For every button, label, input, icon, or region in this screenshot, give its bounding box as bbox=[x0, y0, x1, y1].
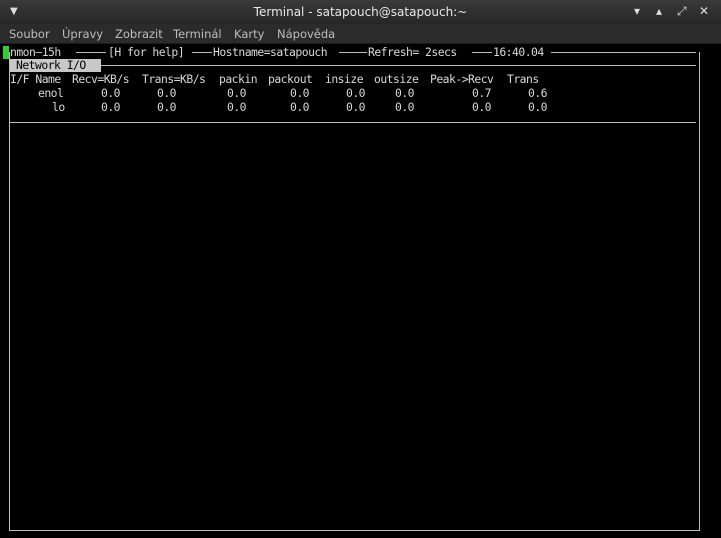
menu-karty[interactable]: Karty bbox=[234, 27, 264, 41]
window-title: Terminal - satapouch@satapouch:~ bbox=[253, 5, 468, 19]
frame-right bbox=[699, 52, 700, 530]
col-peak-recv: Peak->Recv bbox=[430, 72, 494, 86]
clock-label: 16:40.04 bbox=[493, 45, 544, 59]
peak-trans-value: 0.0 bbox=[528, 100, 548, 114]
packin-value: 0.0 bbox=[227, 100, 247, 114]
col-peak-trans: Trans bbox=[507, 72, 539, 86]
outsize-value: 0.0 bbox=[395, 100, 415, 114]
trans-value: 0.0 bbox=[157, 100, 177, 114]
header-rule bbox=[551, 52, 696, 53]
hostname-label: Hostname=satapouch bbox=[213, 45, 328, 59]
packout-value: 0.0 bbox=[290, 86, 310, 100]
iface-name: enol bbox=[38, 86, 64, 100]
header-rule bbox=[192, 52, 212, 53]
packin-value: 0.0 bbox=[227, 86, 247, 100]
outsize-value: 0.0 bbox=[395, 86, 415, 100]
frame-left bbox=[9, 52, 10, 530]
recv-value: 0.0 bbox=[101, 86, 121, 100]
menubar: Soubor Úpravy Zobrazit Terminál Karty Ná… bbox=[0, 24, 721, 44]
col-outsize: outsize bbox=[374, 72, 419, 86]
refresh-label: Refresh= 2secs bbox=[368, 45, 457, 59]
window-titlebar[interactable]: ▼ Terminal - satapouch@satapouch:~ ▾ ▴ ⤢… bbox=[0, 0, 721, 24]
help-hint: [H for help] bbox=[108, 45, 185, 59]
insize-value: 0.0 bbox=[346, 86, 366, 100]
col-if-name: I/F Name bbox=[10, 72, 61, 86]
header-rule bbox=[76, 52, 106, 53]
menu-terminal[interactable]: Terminál bbox=[173, 27, 222, 41]
col-trans: Trans=KB/s bbox=[142, 72, 206, 86]
header-rule bbox=[339, 52, 367, 53]
section-rule bbox=[101, 65, 696, 66]
peak-trans-value: 0.6 bbox=[528, 86, 548, 100]
recv-value: 0.0 bbox=[101, 100, 121, 114]
close-icon[interactable]: ✕ bbox=[699, 4, 709, 18]
network-io-title: Network I/O bbox=[10, 59, 101, 72]
menu-upravy[interactable]: Úpravy bbox=[62, 27, 103, 41]
col-packin: packin bbox=[219, 72, 258, 86]
packout-value: 0.0 bbox=[290, 100, 310, 114]
iface-name: lo bbox=[52, 100, 65, 114]
col-insize: insize bbox=[325, 72, 364, 86]
menu-soubor[interactable]: Soubor bbox=[9, 27, 50, 41]
restore-icon[interactable]: ▴ bbox=[656, 4, 662, 18]
frame-bottom bbox=[9, 530, 700, 531]
header-rule bbox=[472, 52, 492, 53]
insize-value: 0.0 bbox=[346, 100, 366, 114]
trans-value: 0.0 bbox=[157, 86, 177, 100]
terminal-area[interactable]: nmon—15h [H for help] Hostname=satapouch… bbox=[0, 44, 721, 538]
maximize-icon[interactable]: ⤢ bbox=[677, 4, 687, 19]
col-packout: packout bbox=[268, 72, 313, 86]
section-bottom-rule bbox=[10, 122, 696, 123]
menu-napoveda[interactable]: Nápověda bbox=[277, 27, 335, 41]
col-recv: Recv=KB/s bbox=[72, 72, 130, 86]
peak-recv-value: 0.7 bbox=[472, 86, 492, 100]
menu-zobrazit[interactable]: Zobrazit bbox=[115, 27, 163, 41]
minimize-icon[interactable]: ▾ bbox=[634, 4, 640, 18]
peak-recv-value: 0.0 bbox=[472, 100, 492, 114]
